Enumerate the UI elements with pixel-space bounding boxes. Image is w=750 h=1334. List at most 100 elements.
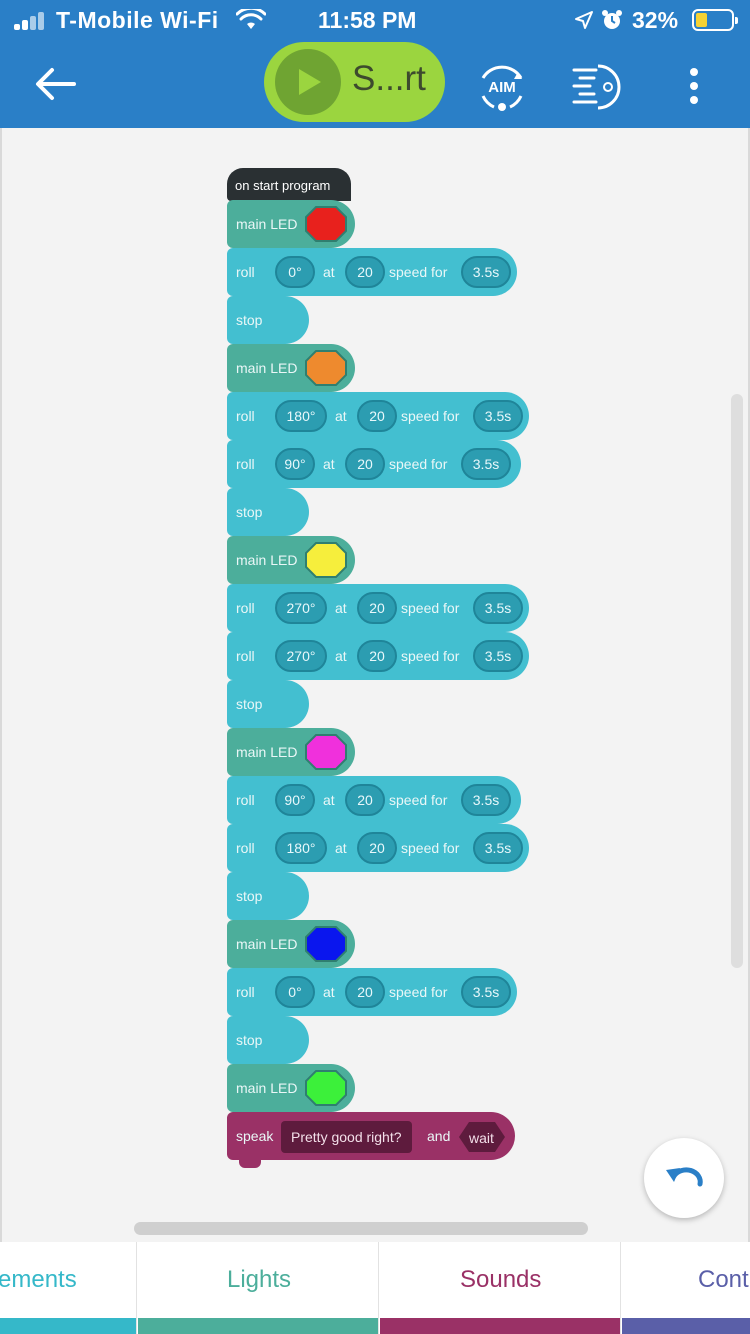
roll-block[interactable]: roll 180° at 20 speed for 3.5s bbox=[227, 824, 529, 880]
main-led-block[interactable]: main LED bbox=[227, 1064, 355, 1120]
status-bar: T-Mobile Wi-Fi 11:58 PM 32% bbox=[0, 0, 750, 40]
duration-input[interactable]: 3.5s bbox=[461, 256, 511, 288]
at-label: at bbox=[323, 456, 335, 472]
roll-block[interactable]: roll 90° at 20 speed for 3.5s bbox=[227, 776, 521, 832]
tab-sounds[interactable]: Sounds bbox=[380, 1242, 621, 1334]
at-label: at bbox=[335, 408, 347, 424]
speed-for-label: speed for bbox=[389, 792, 448, 808]
drive-icon[interactable] bbox=[570, 60, 626, 114]
at-label: at bbox=[335, 600, 347, 616]
main-led-block[interactable]: main LED bbox=[227, 920, 355, 976]
start-button-label: S...rt bbox=[352, 59, 426, 98]
speed-for-label: speed for bbox=[389, 984, 448, 1000]
duration-input[interactable]: 3.5s bbox=[473, 400, 523, 432]
stop-label: stop bbox=[236, 504, 263, 520]
roll-block[interactable]: roll 270° at 20 speed for 3.5s bbox=[227, 632, 529, 688]
speak-phrase-input[interactable]: Pretty good right? bbox=[281, 1121, 412, 1153]
back-arrow-icon[interactable] bbox=[30, 60, 80, 110]
roll-block[interactable]: roll 90° at 20 speed for 3.5s bbox=[227, 440, 521, 496]
speed-input[interactable]: 20 bbox=[357, 400, 397, 432]
battery-icon bbox=[692, 9, 738, 31]
led-color-swatch[interactable] bbox=[305, 206, 347, 242]
led-label: main LED bbox=[236, 1080, 298, 1096]
duration-input[interactable]: 3.5s bbox=[461, 784, 511, 816]
alarm-icon bbox=[602, 10, 622, 29]
tab-controls[interactable]: Cont bbox=[622, 1242, 750, 1334]
speed-for-label: speed for bbox=[401, 840, 460, 856]
tab-label: Lights bbox=[227, 1266, 292, 1293]
heading-input[interactable]: 270° bbox=[275, 592, 327, 624]
at-label: at bbox=[323, 264, 335, 280]
main-led-block[interactable]: main LED bbox=[227, 536, 355, 592]
heading-input[interactable]: 0° bbox=[275, 976, 315, 1008]
speed-input[interactable]: 20 bbox=[345, 448, 385, 480]
stop-block[interactable]: stop bbox=[227, 680, 309, 736]
speed-input[interactable]: 20 bbox=[357, 832, 397, 864]
heading-input[interactable]: 270° bbox=[275, 640, 327, 672]
main-led-block[interactable]: main LED bbox=[227, 200, 355, 256]
speed-input[interactable]: 20 bbox=[345, 256, 385, 288]
roll-block[interactable]: roll 0° at 20 speed for 3.5s bbox=[227, 248, 517, 304]
tab-lights[interactable]: Lights bbox=[138, 1242, 379, 1334]
led-label: main LED bbox=[236, 744, 298, 760]
led-color-swatch[interactable] bbox=[305, 734, 347, 770]
roll-block[interactable]: roll 180° at 20 speed for 3.5s bbox=[227, 392, 529, 448]
heading-input[interactable]: 90° bbox=[275, 448, 315, 480]
speed-for-label: speed for bbox=[401, 600, 460, 616]
led-color-swatch[interactable] bbox=[305, 350, 347, 386]
horizontal-scrollbar[interactable] bbox=[134, 1222, 588, 1235]
speed-input[interactable]: 20 bbox=[345, 976, 385, 1008]
duration-input[interactable]: 3.5s bbox=[461, 976, 511, 1008]
cellular-signal-icon bbox=[14, 10, 48, 30]
location-icon bbox=[575, 11, 593, 29]
tab-color-bar bbox=[380, 1318, 620, 1334]
stop-label: stop bbox=[236, 696, 263, 712]
roll-block[interactable]: roll 270° at 20 speed for 3.5s bbox=[227, 584, 529, 640]
stop-block[interactable]: stop bbox=[227, 296, 309, 352]
on-start-program-block[interactable]: on start program bbox=[227, 168, 351, 209]
more-vertical-icon[interactable] bbox=[680, 64, 708, 108]
tab-movements[interactable]: ements bbox=[0, 1242, 137, 1334]
duration-input[interactable]: 3.5s bbox=[461, 448, 511, 480]
at-label: at bbox=[335, 840, 347, 856]
duration-input[interactable]: 3.5s bbox=[473, 592, 523, 624]
aim-button[interactable]: AIM bbox=[474, 60, 530, 114]
roll-label: roll bbox=[236, 792, 255, 808]
tab-label: ements bbox=[0, 1266, 77, 1293]
speed-for-label: speed for bbox=[389, 456, 448, 472]
roll-block[interactable]: roll 0° at 20 speed for 3.5s bbox=[227, 968, 517, 1024]
led-color-swatch[interactable] bbox=[305, 1070, 347, 1106]
roll-label: roll bbox=[236, 264, 255, 280]
main-led-block[interactable]: main LED bbox=[227, 728, 355, 784]
heading-input[interactable]: 0° bbox=[275, 256, 315, 288]
led-label: main LED bbox=[236, 936, 298, 952]
start-program-button[interactable]: S...rt bbox=[264, 42, 445, 122]
speak-block[interactable]: speak Pretty good right? and wait bbox=[227, 1112, 515, 1168]
stop-block[interactable]: stop bbox=[227, 488, 309, 544]
speed-for-label: speed for bbox=[401, 408, 460, 424]
duration-input[interactable]: 3.5s bbox=[473, 640, 523, 672]
speed-input[interactable]: 20 bbox=[357, 640, 397, 672]
at-label: at bbox=[335, 648, 347, 664]
battery-percent: 32% bbox=[632, 7, 679, 33]
heading-input[interactable]: 180° bbox=[275, 832, 327, 864]
speed-for-label: speed for bbox=[389, 264, 448, 280]
speed-input[interactable]: 20 bbox=[357, 592, 397, 624]
roll-label: roll bbox=[236, 648, 255, 664]
battery-level bbox=[696, 13, 707, 27]
stop-block[interactable]: stop bbox=[227, 1016, 309, 1072]
heading-input[interactable]: 90° bbox=[275, 784, 315, 816]
play-icon bbox=[275, 49, 341, 115]
heading-input[interactable]: 180° bbox=[275, 400, 327, 432]
vertical-scrollbar[interactable] bbox=[731, 394, 743, 968]
stop-block[interactable]: stop bbox=[227, 872, 309, 928]
at-label: at bbox=[323, 984, 335, 1000]
speed-input[interactable]: 20 bbox=[345, 784, 385, 816]
roll-label: roll bbox=[236, 456, 255, 472]
main-led-block[interactable]: main LED bbox=[227, 344, 355, 400]
undo-button[interactable] bbox=[644, 1138, 724, 1218]
led-color-swatch[interactable] bbox=[305, 542, 347, 578]
led-label: main LED bbox=[236, 216, 298, 232]
led-color-swatch[interactable] bbox=[305, 926, 347, 962]
duration-input[interactable]: 3.5s bbox=[473, 832, 523, 864]
